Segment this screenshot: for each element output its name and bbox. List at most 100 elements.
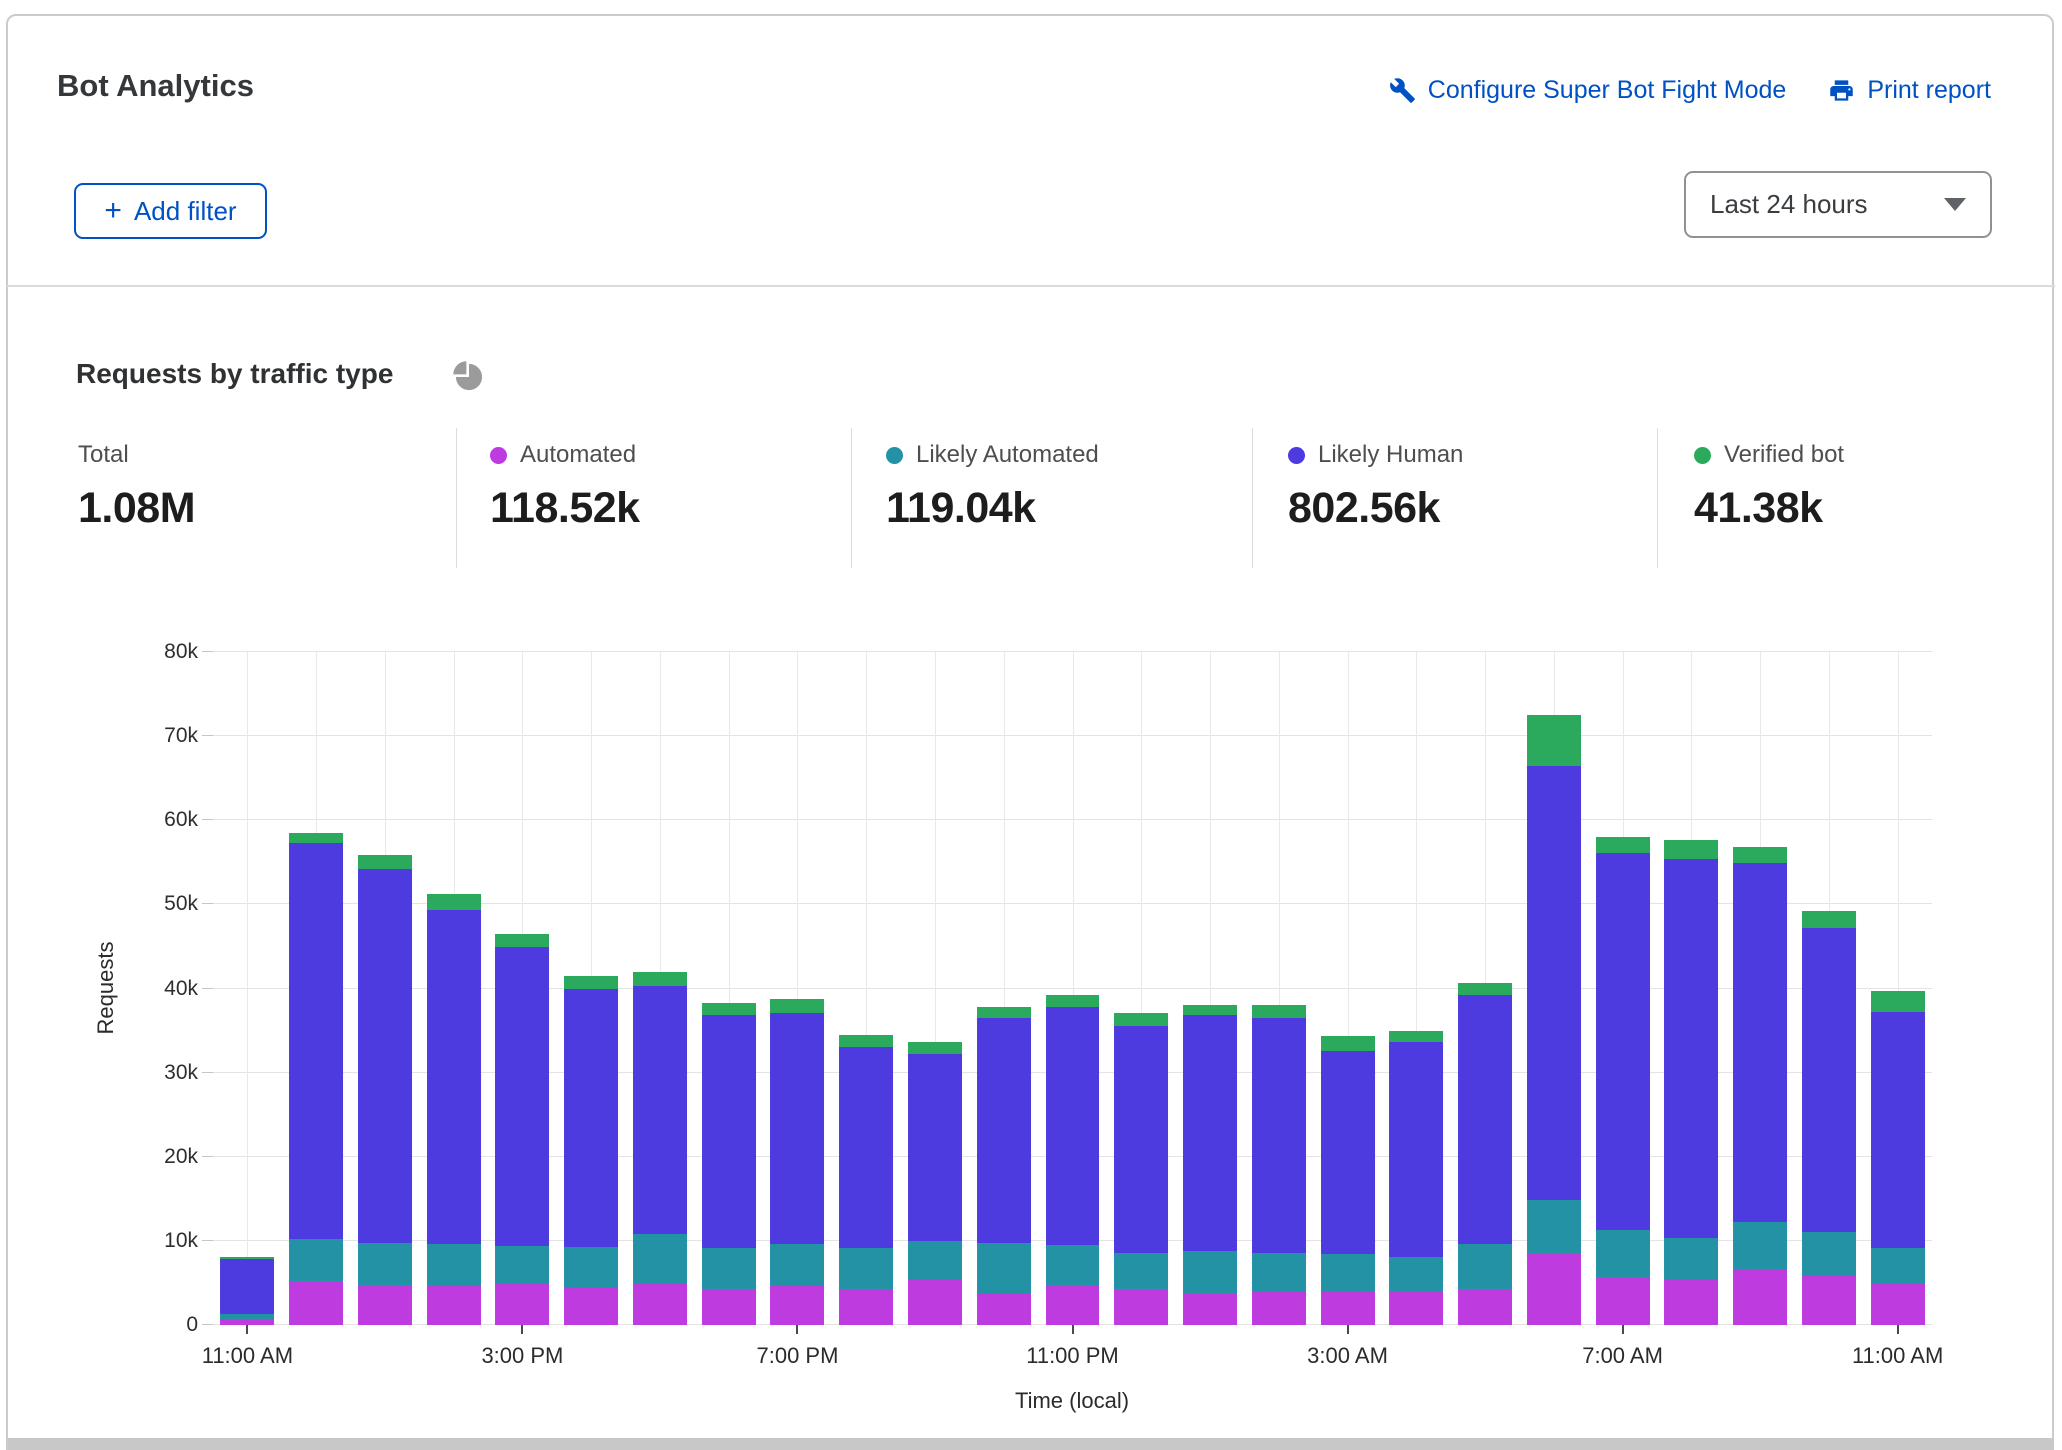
bar-1100am[interactable] — [220, 652, 274, 1325]
configure-super-bot-fight-mode-link[interactable]: Configure Super Bot Fight Mode — [1389, 76, 1787, 105]
x-tick-label: 7:00 PM — [756, 1343, 838, 1369]
bar-200pm[interactable] — [427, 652, 481, 1325]
bar-segment — [908, 1241, 962, 1280]
bar-1100am[interactable] — [1871, 652, 1925, 1325]
bar-segment — [770, 1244, 824, 1286]
bar-700am[interactable] — [1596, 652, 1650, 1325]
bar-segment — [702, 1289, 756, 1325]
bar-segment — [358, 1285, 412, 1325]
bar-segment — [702, 1003, 756, 1016]
bar-segment — [1114, 1013, 1168, 1026]
bar-segment — [1046, 1285, 1100, 1325]
bar-segment — [1389, 1042, 1443, 1257]
stat-verified-bot[interactable]: Verified bot 41.38k — [1694, 428, 1844, 568]
stat-automated[interactable]: Automated 118.52k — [490, 428, 640, 568]
stat-value: 119.04k — [886, 484, 1099, 533]
bar-segment — [1321, 1291, 1375, 1325]
y-tick-label: 70k — [164, 725, 198, 747]
bar-segment — [977, 1294, 1031, 1325]
bar-segment — [495, 947, 549, 1246]
x-tick-label: 3:00 AM — [1307, 1343, 1388, 1369]
bar-segment — [1389, 1031, 1443, 1042]
section-title: Requests by traffic type — [76, 358, 393, 390]
bar-segment — [839, 1035, 893, 1048]
y-tick-label: 10k — [164, 1230, 198, 1252]
print-report-link[interactable]: Print report — [1828, 76, 1991, 105]
bar-segment — [770, 1286, 824, 1325]
stat-likely-human[interactable]: Likely Human 802.56k — [1288, 428, 1463, 568]
bar-300am[interactable] — [1321, 652, 1375, 1325]
bar-segment — [1183, 1015, 1237, 1251]
x-tick-label: 11:00 AM — [1852, 1343, 1943, 1369]
bar-segment — [1733, 1269, 1787, 1325]
bar-900am[interactable] — [1733, 652, 1787, 1325]
bar-800am[interactable] — [1664, 652, 1718, 1325]
bar-segment — [1527, 766, 1581, 1200]
stat-label-row: Verified bot — [1694, 440, 1844, 470]
stat-likely-automated[interactable]: Likely Automated 119.04k — [886, 428, 1099, 568]
x-tick-label: 11:00 PM — [1026, 1343, 1119, 1369]
bar-segment — [1321, 1254, 1375, 1292]
bar-600am[interactable] — [1527, 652, 1581, 1325]
x-tick-label: 11:00 AM — [202, 1343, 293, 1369]
add-filter-button[interactable]: + Add filter — [74, 183, 267, 239]
bar-segment — [839, 1047, 893, 1247]
x-tick-mark — [1897, 1325, 1899, 1334]
bar-segment — [977, 1018, 1031, 1243]
x-tick-mark — [246, 1325, 248, 1334]
bar-500pm[interactable] — [633, 652, 687, 1325]
x-tick-label: 3:00 PM — [481, 1343, 563, 1369]
y-axis-labels: 010k20k30k40k50k60k70k80k — [0, 652, 198, 1325]
bar-500am[interactable] — [1458, 652, 1512, 1325]
bar-segment — [633, 1234, 687, 1284]
y-tick-mark — [202, 1240, 213, 1241]
bar-segment — [427, 1286, 481, 1325]
bar-700pm[interactable] — [770, 652, 824, 1325]
bar-400am[interactable] — [1389, 652, 1443, 1325]
bar-segment — [564, 1247, 618, 1287]
bar-segment — [1527, 715, 1581, 765]
bar-segment — [1114, 1253, 1168, 1289]
bar-200am[interactable] — [1252, 652, 1306, 1325]
bar-segment — [495, 1284, 549, 1325]
stat-total[interactable]: Total 1.08M — [78, 428, 195, 568]
bar-segment — [908, 1280, 962, 1325]
y-tick-label: 60k — [164, 809, 198, 831]
bar-segment — [1871, 1248, 1925, 1282]
bar-1200pm[interactable] — [289, 652, 343, 1325]
bar-segment — [289, 843, 343, 1239]
bar-segment — [1458, 1244, 1512, 1289]
bar-segment — [1596, 837, 1650, 853]
add-filter-label: Add filter — [134, 196, 237, 227]
bar-1200am[interactable] — [1114, 652, 1168, 1325]
bar-segment — [220, 1259, 274, 1314]
y-tick-mark — [202, 1072, 213, 1073]
header-links: Configure Super Bot Fight Mode Print rep… — [1389, 76, 1991, 105]
bar-segment — [1046, 995, 1100, 1007]
x-tick-mark — [1072, 1325, 1074, 1334]
bar-900pm[interactable] — [908, 652, 962, 1325]
time-range-select[interactable]: Last 24 hours — [1684, 171, 1992, 238]
stat-value: 41.38k — [1694, 484, 1844, 533]
x-axis-title: Time (local) — [1015, 1388, 1129, 1414]
bar-segment — [1046, 1245, 1100, 1285]
bar-100pm[interactable] — [358, 652, 412, 1325]
print-link-label: Print report — [1867, 76, 1991, 105]
bar-segment — [1871, 991, 1925, 1012]
bar-300pm[interactable] — [495, 652, 549, 1325]
bar-1100pm[interactable] — [1046, 652, 1100, 1325]
bar-600pm[interactable] — [702, 652, 756, 1325]
bar-100am[interactable] — [1183, 652, 1237, 1325]
bar-segment — [1733, 1222, 1787, 1269]
bar-segment — [358, 855, 412, 869]
bar-segment — [839, 1248, 893, 1289]
bar-segment — [1458, 1289, 1512, 1325]
bar-400pm[interactable] — [564, 652, 618, 1325]
bar-segment — [1596, 853, 1650, 1230]
bar-segment — [977, 1007, 1031, 1018]
bar-1000pm[interactable] — [977, 652, 1031, 1325]
bar-segment — [1114, 1026, 1168, 1252]
bar-1000am[interactable] — [1802, 652, 1856, 1325]
bar-segment — [1664, 859, 1718, 1238]
bar-800pm[interactable] — [839, 652, 893, 1325]
